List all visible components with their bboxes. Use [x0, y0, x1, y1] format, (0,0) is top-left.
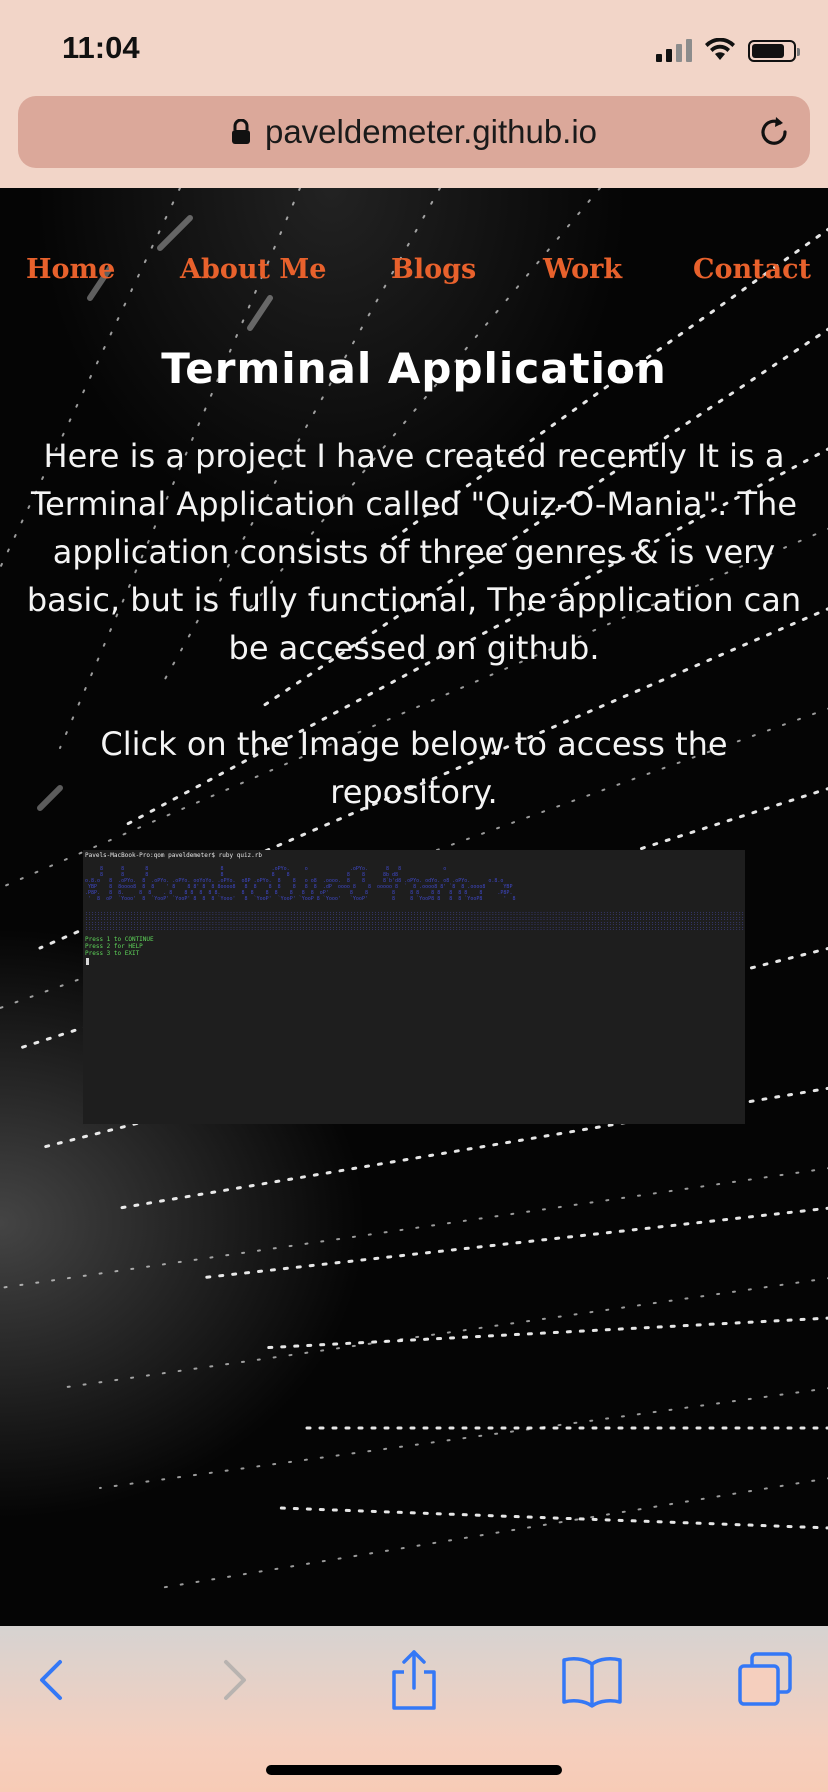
- lock-icon: [231, 119, 250, 144]
- repository-instruction: Click on the Image below to access the r…: [100, 725, 728, 811]
- browser-chrome: 11:04 paveldemeter.github.io: [0, 0, 828, 188]
- terminal-menu: Press 1 to CONTINUE Press 2 for HELP Pre…: [85, 936, 154, 957]
- nav-about-me[interactable]: About Me: [180, 254, 326, 285]
- forward-icon[interactable]: [204, 1650, 264, 1710]
- terminal-menu-item: Press 3 to EXIT: [85, 950, 140, 957]
- ascii-separator: ::::::::::::::::::::::::::::::::::::::::…: [85, 911, 745, 932]
- tabs-icon[interactable]: [738, 1652, 792, 1706]
- nav-home[interactable]: Home: [26, 254, 115, 285]
- page-title: Terminal Application: [161, 344, 667, 393]
- project-description: Here is a project I have created recentl…: [20, 432, 808, 816]
- nav-contact[interactable]: Contact: [693, 254, 811, 285]
- main-nav: Home About Me Blogs Work Contact: [0, 254, 828, 302]
- terminal-cursor: [86, 958, 89, 965]
- reload-icon[interactable]: [756, 114, 792, 150]
- description-paragraph: Here is a project I have created recentl…: [26, 437, 802, 667]
- repository-image-link[interactable]: Pavels-MacBook-Pro:qom paveldemeter$ rub…: [83, 850, 745, 1124]
- page-content: Home About Me Blogs Work Contact Termina…: [0, 188, 828, 1626]
- share-icon[interactable]: [382, 1648, 446, 1712]
- address-bar[interactable]: paveldemeter.github.io: [18, 96, 810, 168]
- status-icons: [656, 36, 800, 62]
- terminal-prompt: Pavels-MacBook-Pro:qom paveldemeter$ rub…: [85, 852, 263, 859]
- nav-work[interactable]: Work: [543, 254, 622, 285]
- terminal-menu-item: Press 1 to CONTINUE: [85, 936, 154, 943]
- back-icon[interactable]: [22, 1650, 82, 1710]
- bookmarks-icon[interactable]: [560, 1650, 624, 1710]
- cellular-signal-icon: [656, 38, 692, 62]
- nav-blogs[interactable]: Blogs: [391, 254, 476, 285]
- terminal-menu-item: Press 2 for HELP: [85, 943, 143, 950]
- home-indicator: [266, 1765, 562, 1775]
- url-text: paveldemeter.github.io: [264, 113, 598, 150]
- battery-icon: [748, 40, 800, 62]
- wifi-icon: [705, 38, 735, 60]
- quiz-o-mania-ascii-logo: 8 8 8 8 .oPYo. o .oPYo. 8 8 o 8 8 8 8 8 …: [85, 866, 516, 902]
- status-time: 11:04: [62, 30, 140, 65]
